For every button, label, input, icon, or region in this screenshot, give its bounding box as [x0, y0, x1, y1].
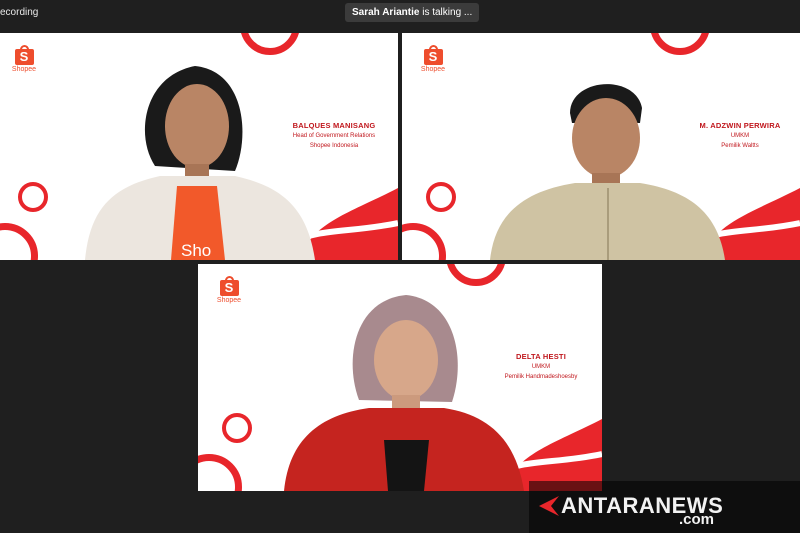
participant-role: Head of Government Relations	[292, 133, 376, 139]
participant-name: DELTA HESTI	[516, 352, 566, 361]
participant-caption: BALQUES MANISANG Head of Government Rela…	[276, 121, 392, 150]
watermark-domain: .com	[679, 511, 715, 528]
decor-ring	[650, 33, 710, 55]
participant-caption: DELTA HESTI UMKM Pemilik Handmadeshoesby	[484, 352, 598, 381]
logo-label: Shopee	[420, 66, 446, 73]
speaker-status: is talking ...	[422, 7, 473, 18]
video-tile-2[interactable]: S Shopee M. ADZWIN PERWIRA UMKM Pemilik …	[402, 33, 800, 260]
participant-org: Pemilik Handmadeshoesby	[504, 374, 578, 380]
video-tile-3[interactable]: S Shopee DELTA HESTI UMKM Pemilik Handma…	[198, 264, 602, 491]
participant-video	[490, 84, 725, 260]
active-speaker-indicator: Sarah Ariantie is talking ...	[345, 3, 480, 22]
logo-label: Shopee	[216, 297, 242, 304]
shirt-logo-text: Sho	[181, 241, 211, 260]
participant-video: Sho	[85, 66, 315, 260]
recording-indicator: ecording	[0, 7, 39, 18]
participant-video	[284, 295, 524, 491]
participant-org: Shopee Indonesia	[309, 143, 359, 149]
participant-role: UMKM	[730, 133, 750, 139]
decor-ring	[446, 264, 506, 286]
antara-logo-icon	[539, 496, 559, 516]
shopee-logo: S Shopee	[11, 45, 37, 73]
participant-role: UMKM	[531, 364, 551, 370]
decor-ring	[0, 223, 38, 260]
decor-ring	[402, 223, 446, 260]
speaker-name: Sarah Ariantie	[352, 7, 420, 18]
decor-ring	[222, 413, 252, 443]
participant-org: Pemilik Waltts	[721, 143, 759, 149]
decor-ring	[426, 182, 456, 212]
decor-ring	[18, 182, 48, 212]
video-tile-1[interactable]: S Shopee Sho BALQUES MANISANG Head of Go…	[0, 33, 398, 260]
shopee-logo: S Shopee	[420, 45, 446, 73]
participant-name: M. ADZWIN PERWIRA	[699, 121, 781, 130]
logo-label: Shopee	[11, 66, 37, 73]
participant-name: BALQUES MANISANG	[292, 121, 376, 130]
participant-caption: M. ADZWIN PERWIRA UMKM Pemilik Waltts	[684, 121, 796, 150]
decor-ring	[198, 454, 242, 491]
shopee-logo: S Shopee	[216, 276, 242, 304]
antaranews-watermark: ANTARANEWS .com	[529, 481, 800, 533]
